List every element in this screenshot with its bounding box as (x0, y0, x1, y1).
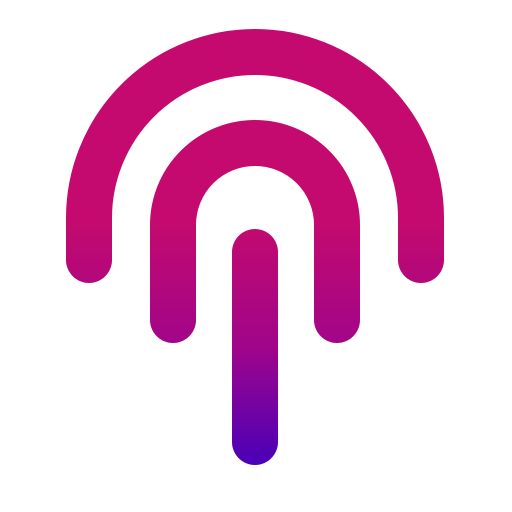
app-icon (0, 0, 512, 512)
fingerprint-touch-icon (0, 0, 512, 512)
